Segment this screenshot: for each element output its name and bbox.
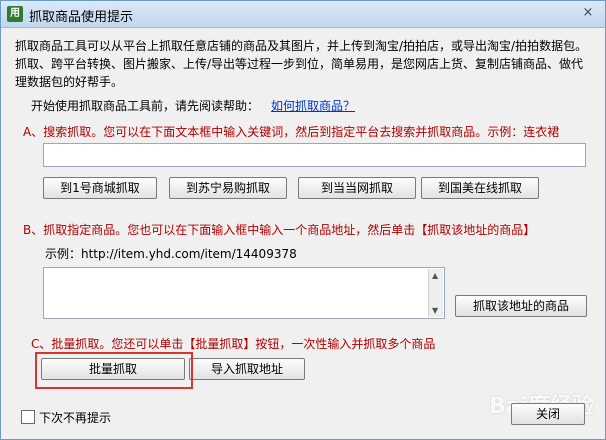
- fetch-url-button[interactable]: 抓取该地址的商品: [455, 295, 587, 317]
- title-bar[interactable]: 用 抓取商品使用提示 ×: [1, 1, 605, 28]
- section-b-label: B、抓取指定商品。您也可以在下面输入框中输入一个商品地址，然后单击【抓取该地址的…: [23, 223, 536, 237]
- section-a-label: A、搜索抓取。您可以在下面文本框中输入关键词，然后到指定平台去搜索并抓取商品。示…: [23, 125, 560, 139]
- close-button[interactable]: 关闭: [511, 403, 585, 425]
- dont-show-again-checkbox[interactable]: [21, 410, 35, 424]
- textarea-scrollbar[interactable]: ▲ ▼: [428, 269, 443, 317]
- close-icon[interactable]: ×: [579, 5, 597, 21]
- import-urls-button[interactable]: 导入抓取地址: [189, 358, 305, 380]
- dialog-window: 用 抓取商品使用提示 × 抓取商品工具可以从平台上抓取任意店铺的商品及其图片，并…: [0, 0, 606, 440]
- help-text: 开始使用抓取商品工具前，请先阅读帮助：: [31, 99, 260, 113]
- dont-show-again-label: 下次不再提示: [39, 411, 112, 425]
- window-title: 抓取商品使用提示: [29, 10, 134, 25]
- intro-text: 抓取商品工具可以从平台上抓取任意店铺的商品及其图片，并上传到淘宝/拍拍店，或导出…: [15, 39, 588, 89]
- dangdang-search-button[interactable]: 到当当网抓取: [298, 177, 416, 199]
- yhd-search-button[interactable]: 到1号商城抓取: [43, 177, 157, 199]
- app-icon: 用: [7, 6, 23, 22]
- highlight-box: [35, 352, 193, 389]
- keyword-input[interactable]: [43, 143, 586, 167]
- dialog-content: 抓取商品工具可以从平台上抓取任意店铺的商品及其图片，并上传到淘宝/拍拍店，或导出…: [9, 33, 597, 433]
- url-example: 示例：http://item.yhd.com/item/14409378: [45, 247, 297, 261]
- gome-search-button[interactable]: 到国美在线抓取: [421, 177, 539, 199]
- suning-search-button[interactable]: 到苏宁易购抓取: [169, 177, 287, 199]
- scroll-down-icon[interactable]: ▼: [432, 306, 438, 315]
- url-textarea[interactable]: ▲ ▼: [43, 267, 445, 319]
- help-line: 开始使用抓取商品工具前，请先阅读帮助： 如何抓取商品？: [31, 97, 355, 114]
- scroll-up-icon[interactable]: ▲: [432, 271, 438, 280]
- section-c-label: C、批量抓取。您还可以单击【批量抓取】按钮，一次性输入并抓取多个商品: [31, 337, 436, 351]
- help-link[interactable]: 如何抓取商品？: [271, 99, 355, 113]
